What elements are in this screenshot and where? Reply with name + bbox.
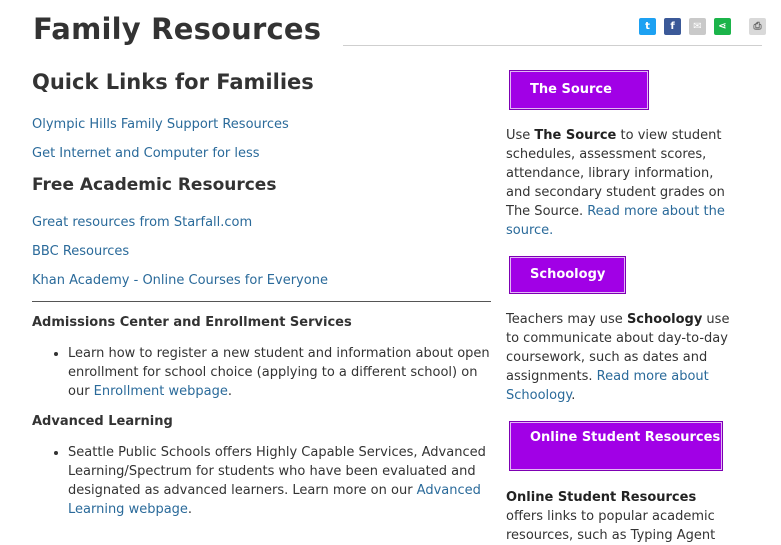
main-content: Quick Links for Families Olympic Hills F… xyxy=(32,70,492,519)
title-divider xyxy=(343,45,762,46)
advanced-learning-heading: Advanced Learning xyxy=(32,414,173,429)
enrollment-webpage-link[interactable]: Enrollment webpage xyxy=(94,384,228,399)
page-title: Family Resources xyxy=(33,12,322,46)
academic-resources-heading: Free Academic Resources xyxy=(32,175,277,195)
quick-links-heading: Quick Links for Families xyxy=(32,70,314,94)
advanced-learning-list: Seattle Public Schools offers Highly Cap… xyxy=(32,443,492,519)
share-toolbar: t f ✉ ⋖ ⎙ xyxy=(639,18,774,35)
schoology-bold: Schoology xyxy=(626,312,703,327)
period: . xyxy=(227,384,232,399)
admissions-heading: Admissions Center and Enrollment Service… xyxy=(32,315,352,330)
family-support-link[interactable]: Olympic Hills Family Support Resources xyxy=(32,117,492,132)
section-divider xyxy=(32,301,491,302)
list-item: Seattle Public Schools offers Highly Cap… xyxy=(68,443,492,519)
print-icon[interactable]: ⎙ xyxy=(749,18,766,35)
the-source-description: Use The Source to view student schedules… xyxy=(506,126,736,240)
list-item: Learn how to register a new student and … xyxy=(68,344,492,401)
online-bold: Online Student Resources xyxy=(506,490,697,505)
online-resources-description: Online Student Resources offers links to… xyxy=(506,488,736,545)
schoology-button[interactable]: Schoology xyxy=(509,256,626,294)
sidebar: The Source Use The Source to view studen… xyxy=(506,70,736,545)
email-icon[interactable]: ✉ xyxy=(689,18,706,35)
bbc-link[interactable]: BBC Resources xyxy=(32,244,492,259)
period: . xyxy=(571,388,576,403)
the-source-button[interactable]: The Source xyxy=(509,70,649,110)
twitter-icon[interactable]: t xyxy=(639,18,656,35)
khan-academy-link[interactable]: Khan Academy - Online Courses for Everyo… xyxy=(32,273,492,288)
internet-computer-link[interactable]: Get Internet and Computer for less xyxy=(32,146,492,161)
schoology-text: Teachers may use xyxy=(506,312,627,327)
schoology-description: Teachers may use Schoology use to commun… xyxy=(506,310,736,405)
source-bold: The Source xyxy=(534,128,617,143)
share-icon[interactable]: ⋖ xyxy=(714,18,731,35)
online-student-resources-button[interactable]: Online Student Resources xyxy=(509,421,723,471)
source-text: Use xyxy=(506,128,535,143)
period: . xyxy=(187,502,193,517)
starfall-link[interactable]: Great resources from Starfall.com xyxy=(32,215,492,230)
online-text: offers links to popular academic resourc… xyxy=(506,509,716,543)
admissions-list: Learn how to register a new student and … xyxy=(32,344,492,401)
facebook-icon[interactable]: f xyxy=(664,18,681,35)
